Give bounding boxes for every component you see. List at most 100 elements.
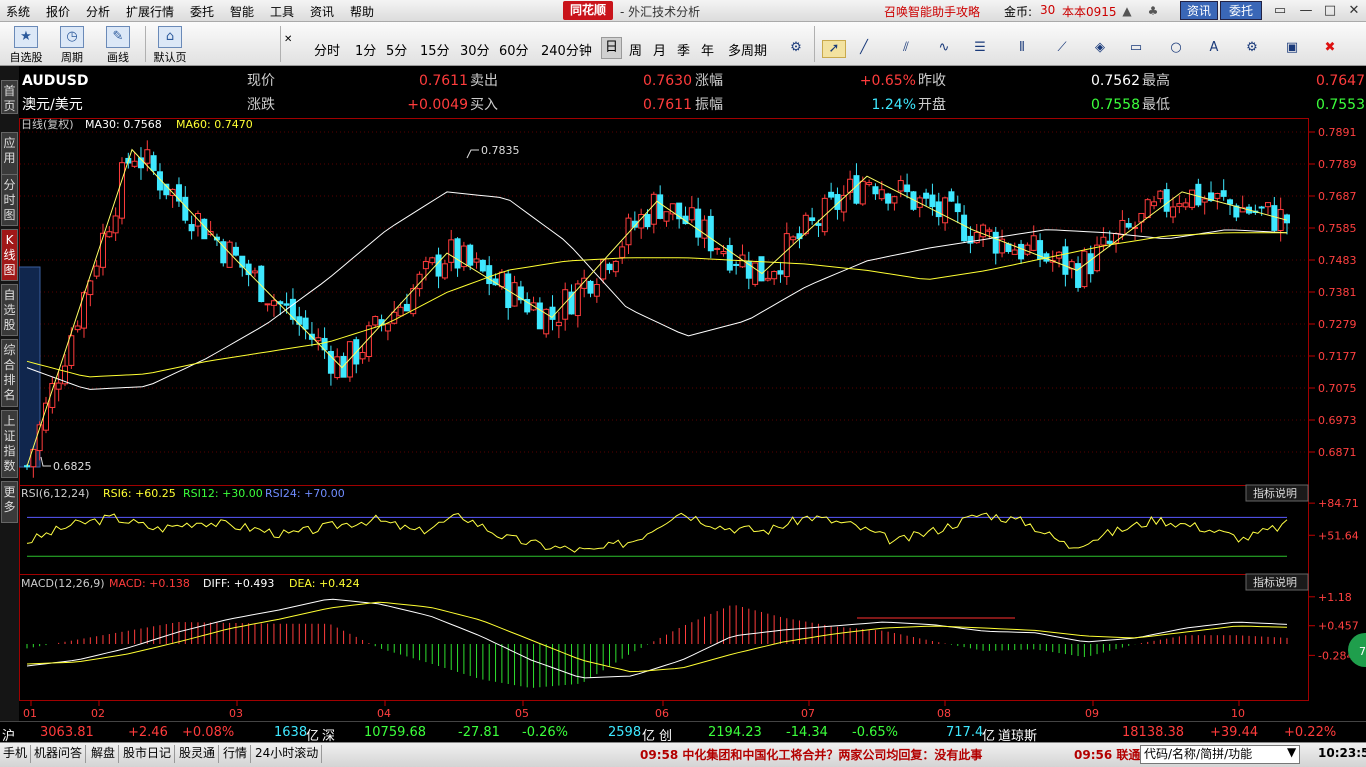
period-1min[interactable]: 1分 [355, 40, 376, 59]
clock-icon: ◷ [60, 26, 84, 48]
maximize-icon[interactable]: □ [1320, 2, 1340, 20]
period-year[interactable]: 年 [701, 40, 714, 59]
y-tick-label: 0.7483 [1318, 254, 1357, 267]
sh-index[interactable]: 3063.81 [40, 725, 94, 740]
trade-button[interactable]: 委托 [1220, 1, 1262, 20]
parallel-line-icon[interactable]: ⫽ [894, 40, 918, 58]
tab-watchlist[interactable]: 自选股 [1, 284, 18, 336]
y-tick-label: 0.6973 [1318, 414, 1357, 427]
ellipse-tool-icon[interactable]: ○ [1164, 40, 1188, 58]
menu-trade[interactable]: 委托 [190, 3, 214, 20]
status-tab-diary[interactable]: 股市日记 [120, 745, 176, 763]
menu-extended-quote[interactable]: 扩展行情 [126, 3, 174, 20]
close-icon[interactable]: ✕ [1344, 2, 1364, 20]
draw-settings-icon[interactable]: ⚙ [1240, 40, 1264, 58]
period-multi[interactable]: 多周期 [728, 40, 767, 59]
period-month[interactable]: 月 [653, 40, 666, 59]
default-page-button[interactable]: ⌂ 默认页 [150, 24, 190, 64]
cy-change: -14.34 [786, 725, 828, 740]
status-tab-stockbot[interactable]: 股灵通 [176, 745, 220, 763]
period-30min[interactable]: 30分 [460, 40, 490, 59]
candle [1271, 205, 1278, 231]
cursor-icon[interactable]: ➚ [822, 40, 846, 58]
account-name[interactable]: 本本0915 [1062, 3, 1117, 20]
promo-link[interactable]: 召唤智能助手攻略 [884, 3, 980, 20]
menu-analysis[interactable]: 分析 [86, 3, 110, 20]
candle [752, 262, 759, 285]
period-60min[interactable]: 60分 [499, 40, 529, 59]
period-5min[interactable]: 5分 [386, 40, 407, 59]
news-headline-2[interactable]: 09:56 联通 [1074, 746, 1140, 763]
menu-quote[interactable]: 报价 [46, 3, 70, 20]
watchlist-button[interactable]: ★ 自选股 [6, 24, 46, 64]
save-draw-icon[interactable]: ▣ [1280, 40, 1304, 58]
candle [42, 402, 49, 431]
x-tick-label: 08 [937, 707, 951, 720]
amplitude-value: 1.24% [872, 97, 916, 113]
tab-ranking[interactable]: 综合排名 [1, 339, 18, 407]
period-day[interactable]: 日 [601, 37, 623, 59]
menu-smart[interactable]: 智能 [230, 3, 254, 20]
tab-sh-index[interactable]: 上证指数 [1, 410, 18, 478]
ma60-legend: MA60: 0.7470 [176, 118, 253, 131]
menu-help[interactable]: 帮助 [350, 3, 374, 20]
candle [1062, 246, 1069, 275]
candle [695, 208, 702, 238]
period-240min[interactable]: 240分钟 [541, 40, 592, 59]
delete-draw-icon[interactable]: ✖ [1318, 40, 1342, 58]
period-tick[interactable]: 分时 [314, 40, 340, 59]
news-headline[interactable]: 09:58 中化集团和中国化工将合并？两家公司均回复：没有此事 [640, 746, 982, 763]
status-tab-analysis[interactable]: 解盘 [88, 745, 120, 763]
diamond-tool-icon[interactable]: ◈ [1088, 40, 1112, 58]
status-tab-quote[interactable]: 行情 [220, 745, 252, 763]
tab-home[interactable]: 首页 [1, 80, 18, 114]
candle [536, 302, 543, 330]
fibonacci-icon[interactable]: ☰ [968, 40, 992, 58]
collapse-icon[interactable]: ✕ [284, 34, 292, 45]
indicator-help-button-macd[interactable]: 指标说明 [1245, 573, 1309, 591]
period-quarter[interactable]: 季 [677, 40, 690, 59]
candle [891, 196, 898, 204]
status-tab-24h[interactable]: 24小时滚动 [252, 745, 323, 763]
candle [479, 259, 486, 272]
draw-button[interactable]: ✎ 画线 [98, 24, 138, 64]
chart-area[interactable]: AUDUSD 澳元/美元 现价 0.7611 卖出 0.7630 涨幅 +0.6… [19, 66, 1366, 721]
bell-icon[interactable]: ▲ [1120, 4, 1134, 18]
candle [714, 248, 721, 251]
rectangle-tool-icon[interactable]: ▭ [1124, 40, 1148, 58]
x-tick-label: 03 [229, 707, 243, 720]
cy-index[interactable]: 2194.23 [708, 725, 762, 740]
status-tab-mobile[interactable]: 手机 [0, 745, 32, 763]
settings-gear-icon[interactable]: ⚙ [784, 40, 808, 58]
menu-tools[interactable]: 工具 [270, 3, 294, 20]
menu-system[interactable]: 系统 [6, 3, 30, 20]
period-week[interactable]: 周 [629, 40, 642, 59]
channel-icon[interactable]: ⟋ [1050, 40, 1074, 58]
candle [726, 245, 733, 271]
tab-more[interactable]: 更多 [1, 481, 18, 523]
tab-intraday[interactable]: 分时图 [1, 174, 18, 226]
minimize-icon[interactable]: — [1296, 2, 1316, 20]
shirt-icon[interactable]: ♣ [1146, 4, 1160, 18]
period-15min[interactable]: 15分 [420, 40, 450, 59]
gann-icon[interactable]: ⦀ [1010, 40, 1034, 58]
wave-tool-icon[interactable]: ∿ [932, 40, 956, 58]
tab-kline[interactable]: K线图 [1, 229, 18, 281]
candle [1125, 223, 1132, 228]
sz-change: -27.81 [458, 725, 500, 740]
dj-index[interactable]: 18138.38 [1122, 725, 1184, 740]
status-tab-robot-qa[interactable]: 机器问答 [31, 745, 87, 763]
line-tool-icon[interactable]: ╱ [852, 40, 876, 58]
news-button[interactable]: 资讯 [1180, 1, 1218, 20]
low-annotation: 0.6825 [53, 460, 92, 473]
tab-apps[interactable]: 应用 [1, 132, 18, 178]
sz-index[interactable]: 10759.68 [364, 725, 426, 740]
text-tool-icon[interactable]: A [1202, 40, 1226, 58]
rsi-layer [26, 512, 1288, 557]
menu-news[interactable]: 资讯 [310, 3, 334, 20]
period-button[interactable]: ◷ 周期 [52, 24, 92, 64]
code-search-input[interactable]: 代码/名称/简拼/功能 [1140, 745, 1300, 764]
skin-icon[interactable]: ▭ [1270, 2, 1290, 20]
indicator-help-button[interactable]: 指标说明 [1245, 484, 1309, 502]
search-dropdown-icon[interactable]: ▼ [1287, 745, 1296, 759]
